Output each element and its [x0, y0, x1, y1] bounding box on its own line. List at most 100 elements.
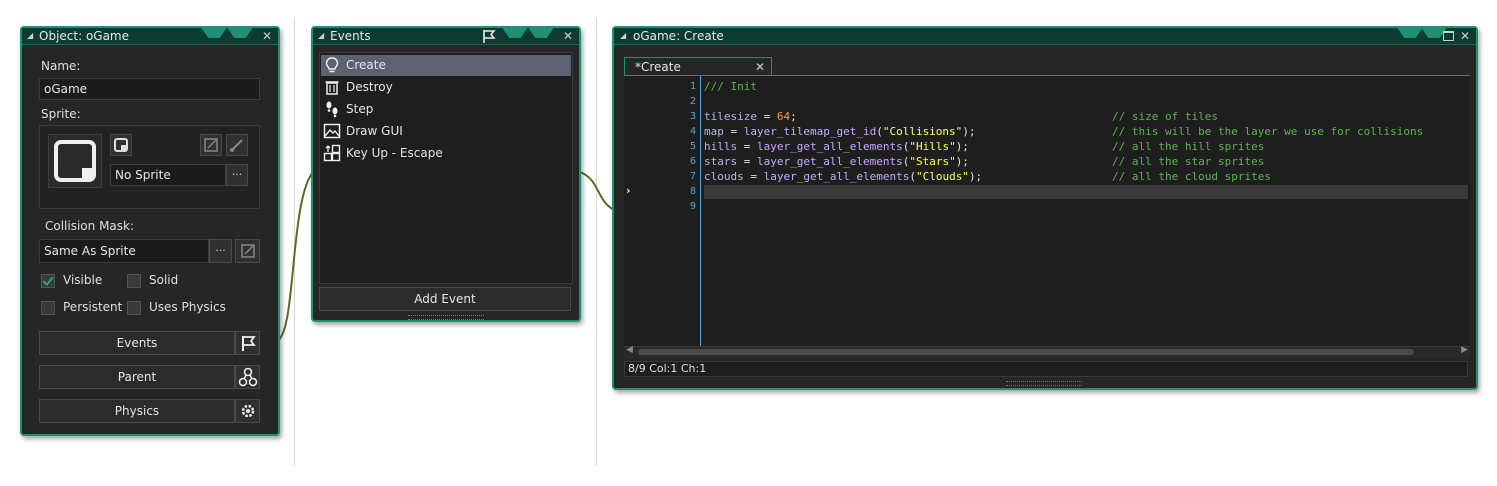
collapse-icon[interactable]: ◢: [620, 28, 626, 44]
operator-token: =: [723, 125, 744, 138]
collision-mask-select[interactable]: Same As Sprite: [39, 239, 209, 263]
new-sprite-button[interactable]: [110, 134, 132, 156]
line-number: 4: [689, 126, 696, 137]
object-panel-titlebar[interactable]: ◢ Object: oGame ✕: [22, 26, 278, 45]
code-tab[interactable]: *Create ✕: [624, 57, 772, 76]
punct-token: );: [968, 170, 983, 183]
operator-token: =: [743, 170, 764, 183]
resize-grip[interactable]: [1006, 381, 1082, 386]
punct-token: (: [876, 125, 883, 138]
object-panel: ◢ Object: oGame ✕ Name: oGame Sprite: No…: [20, 26, 280, 436]
function-token: layer_get_all_elements: [757, 140, 903, 153]
collision-mask-label: Collision Mask:: [45, 219, 135, 233]
event-item-create[interactable]: Create: [321, 55, 571, 76]
line-number: 3: [689, 111, 696, 122]
collision-edit-button[interactable]: [235, 239, 260, 263]
lightbulb-icon: [325, 57, 339, 73]
code-comment: // all the cloud sprites: [1112, 170, 1271, 183]
event-label: Draw GUI: [346, 124, 403, 138]
collapse-icon[interactable]: ◢: [318, 28, 324, 44]
persistent-label: Persistent: [63, 300, 123, 314]
events-panel-titlebar[interactable]: ◢ Events ✕: [313, 26, 579, 45]
collapse-icon[interactable]: ◢: [27, 28, 33, 44]
sprite-browse-button[interactable]: ···: [226, 164, 248, 186]
name-label: Name:: [41, 59, 81, 73]
event-label: Create: [346, 58, 386, 72]
event-item-key-up-escape[interactable]: Key Up - Escape: [321, 143, 571, 164]
scrollbar-thumb[interactable]: [638, 349, 1414, 355]
events-panel: ◢ Events ✕ Create Destroy Step Draw GUI …: [311, 26, 581, 322]
brush-icon: [230, 139, 243, 152]
line-number: 1: [689, 81, 696, 92]
horizontal-scrollbar[interactable]: ◀ ▶: [624, 345, 1470, 358]
physics-icon-button[interactable]: [235, 399, 260, 423]
event-item-destroy[interactable]: Destroy: [321, 77, 571, 98]
uses-physics-checkbox[interactable]: [127, 301, 141, 315]
code-editor[interactable]: 1 2 3 4 5 6 7 8 9 › /// Init tilesize = …: [624, 76, 1470, 346]
brush-button[interactable]: [226, 134, 248, 156]
code-editor-panel: ◢ oGame: Create ✕ *Create ✕ 1 2 3 4 5 6 …: [612, 26, 1478, 390]
code-line: clouds = layer_get_all_elements("Clouds"…: [704, 170, 982, 183]
punct-token: ;: [790, 110, 797, 123]
titlebar-notch: [527, 26, 555, 38]
line-number: 6: [689, 156, 696, 167]
persistent-checkbox[interactable]: [41, 301, 55, 315]
operator-token: =: [737, 140, 757, 153]
current-line-highlight: [704, 185, 1468, 199]
code-tab-label: *Create: [635, 60, 681, 74]
identifier-token: hills: [704, 140, 738, 153]
function-token: layer_get_all_elements: [757, 155, 903, 168]
sprite-select[interactable]: No Sprite: [110, 164, 226, 186]
collision-browse-button[interactable]: ···: [209, 239, 232, 263]
string-token: "Stars": [909, 155, 956, 168]
code-line: map = layer_tilemap_get_id("Collisions")…: [704, 125, 976, 138]
events-code-connector: [579, 171, 615, 211]
string-token: "Collisions": [882, 125, 963, 138]
keys-icon: [323, 144, 341, 162]
line-number: 5: [689, 141, 696, 152]
line-number: 2: [689, 96, 696, 107]
name-field[interactable]: oGame: [39, 78, 260, 100]
string-token: "Hills": [909, 140, 956, 153]
code-line: /// Init: [704, 80, 757, 93]
event-item-draw-gui[interactable]: Draw GUI: [321, 121, 571, 142]
sprite-preview[interactable]: [48, 134, 102, 188]
sprite-box: No Sprite ···: [39, 125, 260, 209]
code-line: stars = layer_get_all_elements("Stars");: [704, 155, 969, 168]
close-icon[interactable]: ✕: [1460, 28, 1470, 44]
workspace-divider: [596, 18, 597, 466]
code-panel-titlebar[interactable]: ◢ oGame: Create ✕: [614, 26, 1476, 45]
titlebar-notch: [200, 26, 228, 38]
events-panel-title: Events: [330, 29, 371, 43]
events-flag-button[interactable]: [235, 331, 260, 355]
identifier-token: clouds: [704, 170, 744, 183]
solid-checkbox[interactable]: [127, 274, 141, 288]
visible-label: Visible: [63, 273, 103, 287]
close-icon[interactable]: ✕: [755, 60, 765, 74]
visible-checkbox[interactable]: [41, 274, 55, 288]
line-number: 7: [689, 171, 696, 182]
scroll-left-icon[interactable]: ◀: [626, 345, 633, 355]
physics-button[interactable]: Physics: [39, 399, 235, 423]
flag-icon: [241, 336, 256, 351]
close-icon[interactable]: ✕: [262, 28, 272, 44]
workspace-divider: [294, 18, 295, 466]
close-icon[interactable]: ✕: [563, 28, 573, 44]
comment-token: /// Init: [704, 80, 757, 93]
titlebar-notch: [501, 26, 529, 38]
event-item-step[interactable]: Step: [321, 99, 571, 120]
events-button[interactable]: Events: [39, 331, 235, 355]
add-event-button[interactable]: Add Event: [319, 287, 571, 311]
maximize-icon[interactable]: [1443, 31, 1454, 41]
sprite-label: Sprite:: [41, 107, 81, 121]
object-panel-title: Object: oGame: [39, 29, 130, 43]
edit-icon: [204, 138, 218, 152]
scroll-right-icon[interactable]: ▶: [1461, 345, 1468, 355]
string-token: "Clouds": [915, 170, 969, 183]
parent-icon-button[interactable]: [235, 365, 260, 389]
parent-button[interactable]: Parent: [39, 365, 235, 389]
resize-grip[interactable]: [408, 315, 484, 320]
status-bar: 8/9 Col:1 Ch:1: [624, 361, 1468, 377]
solid-label: Solid: [149, 273, 179, 287]
edit-sprite-button[interactable]: [200, 134, 222, 156]
